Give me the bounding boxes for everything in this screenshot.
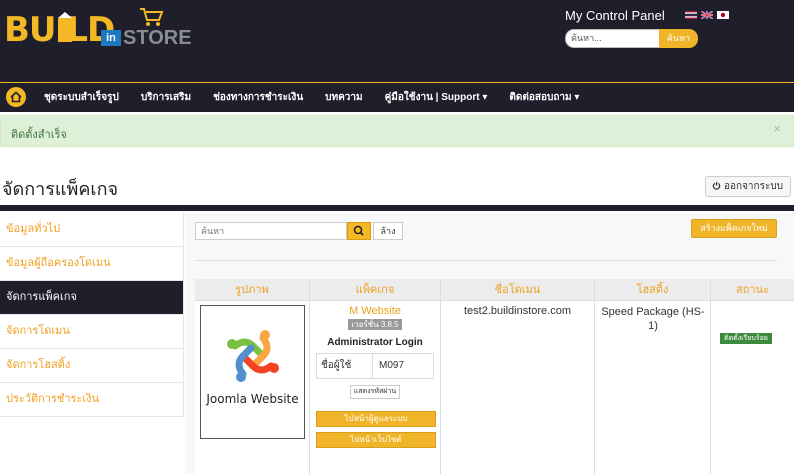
language-flags: [685, 11, 729, 19]
nav-item-services[interactable]: บริการเสริม: [141, 90, 191, 105]
cell-package: M Website เวอร์ชั่น 3.8.5 Administrator …: [310, 301, 441, 474]
shopping-cart-icon: [140, 8, 164, 26]
go-backend-button[interactable]: ไปหน้าผู้ดูแลระบบ: [316, 411, 436, 427]
alert-message: ติดตั้งสำเร็จ: [11, 129, 67, 141]
hosting-name: Speed Package (HS-1): [601, 306, 705, 332]
power-icon: [712, 181, 721, 190]
username-label: ชื่อผู้ใช้: [317, 354, 373, 378]
nav-item-payment[interactable]: ช่องทางการชำระเงิน: [213, 90, 303, 105]
credentials-table: ชื่อผู้ใช้ M097: [316, 353, 434, 379]
page-title: จัดการแพ็คเกจ: [2, 179, 119, 199]
japan-flag-icon[interactable]: [717, 11, 729, 19]
joomla-thumbnail: Joomla Website: [200, 305, 305, 439]
col-status: สถานะ: [736, 284, 769, 296]
nav-item-contact[interactable]: ติดต่อสอบถาม ▾: [509, 90, 579, 105]
version-badge: เวอร์ชั่น 3.8.5: [348, 319, 402, 330]
close-icon[interactable]: ×: [773, 121, 781, 136]
logo-store-text: STORE: [123, 27, 192, 49]
cell-status: ติดตั้งเรียบร้อย: [711, 301, 794, 474]
go-website-button[interactable]: ไปหน้าเว็บไซต์: [316, 432, 436, 448]
section-divider: [0, 205, 794, 211]
nav-item-packages[interactable]: ชุดระบบสำเร็จรูป: [44, 90, 119, 105]
table-header: รูปภาพ แพ็คเกจ ชื่อโดเมน โฮสติ้ง สถานะ: [195, 279, 794, 301]
sidebar-item-hosting[interactable]: จัดการโฮสติ้ง: [0, 349, 184, 383]
thumbnail-caption: Joomla Website: [206, 392, 299, 406]
clear-button[interactable]: ล้าง: [373, 222, 403, 240]
main-content: ค้นหา ล้าง สร้างแพ็คเกจใหม่ รูปภาพ แพ็คเ…: [185, 213, 794, 474]
nav-item-articles[interactable]: บทความ: [325, 90, 362, 105]
buildinstore-logo[interactable]: BU LD in STORE: [4, 6, 192, 52]
header-search-input[interactable]: ค้นหา...: [565, 29, 660, 48]
control-panel-title: My Control Panel: [565, 8, 665, 23]
home-icon[interactable]: [6, 87, 26, 107]
sidebar-item-payment-history[interactable]: ประวัติการชำระเงิน: [0, 383, 184, 417]
package-name-link[interactable]: M Website: [310, 305, 440, 317]
col-image: รูปภาพ: [195, 279, 310, 300]
search-icon: [353, 225, 364, 236]
cell-hosting: Speed Package (HS-1): [595, 301, 711, 474]
search-button[interactable]: [347, 222, 371, 240]
content-divider: [195, 260, 777, 261]
success-alert: ติดตั้งสำเร็จ ×: [0, 115, 794, 147]
admin-login-label: Administrator Login: [327, 337, 423, 348]
col-domain: ชื่อโดเมน: [441, 279, 595, 300]
cell-image: Joomla Website: [195, 301, 310, 474]
uk-flag-icon[interactable]: [701, 11, 713, 19]
logout-label: ออกจากระบบ: [724, 181, 784, 192]
create-package-button[interactable]: สร้างแพ็คเกจใหม่: [691, 219, 777, 238]
logout-button[interactable]: ออกจากระบบ: [705, 176, 791, 197]
cell-domain: test2.buildinstore.com: [441, 301, 595, 474]
status-badge: ติดตั้งเรียบร้อย: [720, 333, 772, 344]
thai-flag-icon[interactable]: [685, 11, 697, 19]
logo-box-icon: [58, 12, 72, 42]
sidebar: ข้อมูลทั่วไป ข้อมูลผู้ถือครองโดเมน จัดกา…: [0, 213, 184, 417]
joomla-logo-icon: [227, 330, 279, 382]
sidebar-item-domain-owner[interactable]: ข้อมูลผู้ถือครองโดเมน: [0, 247, 184, 281]
main-navbar: ชุดระบบสำเร็จรูป บริการเสริม ช่องทางการช…: [0, 82, 794, 112]
sidebar-item-general[interactable]: ข้อมูลทั่วไป: [0, 213, 184, 247]
package-search-input[interactable]: ค้นหา: [195, 222, 347, 240]
col-package: แพ็คเกจ: [310, 279, 441, 300]
domain-name: test2.buildinstore.com: [464, 305, 571, 317]
username-value: M097: [379, 360, 405, 371]
sidebar-item-packages[interactable]: จัดการแพ็คเกจ: [0, 281, 184, 315]
nav-item-support[interactable]: คู่มือใช้งาน | Support ▾: [385, 90, 488, 105]
col-hosting: โฮสติ้ง: [595, 279, 711, 300]
logo-in-badge: in: [101, 30, 121, 46]
packages-table: รูปภาพ แพ็คเกจ ชื่อโดเมน โฮสติ้ง สถานะ J: [195, 279, 794, 474]
table-row: Joomla Website M Website เวอร์ชั่น 3.8.5…: [195, 301, 794, 474]
sidebar-item-domains[interactable]: จัดการโดเมน: [0, 315, 184, 349]
top-header: BU LD in STORE My Control Panel ค้นหา...…: [0, 0, 794, 82]
header-search-button[interactable]: ค้นหา: [659, 29, 698, 48]
show-password-button[interactable]: แสดงรหัสผ่าน: [350, 385, 400, 399]
